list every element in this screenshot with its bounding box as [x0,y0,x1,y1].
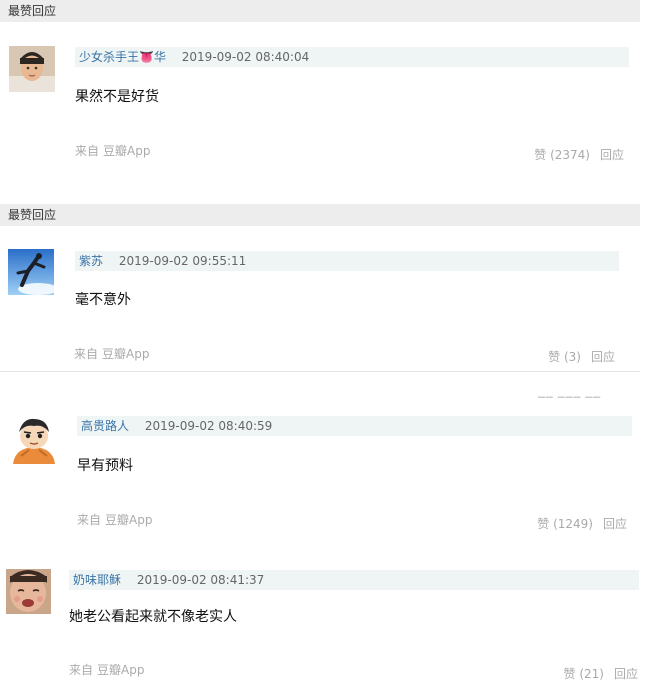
avatar-portrait-icon [9,46,55,92]
source-label: 来自 [69,663,94,677]
comment-meta: 奶味耶稣 2019-09-02 08:41:37 [69,570,639,590]
like-button[interactable]: 赞 (21) [564,667,604,681]
like-button[interactable]: 赞 (1249) [537,517,593,531]
comment-actions: 赞 (21) 回应 [564,665,638,682]
screenshot-divider [0,371,640,372]
comment-actions: 赞 (1249) 回应 [537,515,627,532]
comment-source: 来自 豆瓣App [69,661,144,678]
username-link[interactable]: 高贵路人 [81,419,129,433]
comment-meta: 紫苏 2019-09-02 09:55:11 [75,251,619,271]
like-button[interactable]: 赞 (3) [548,350,581,364]
avatar-cartoon-boy-icon [9,414,59,464]
avatar[interactable] [8,249,54,295]
cropped-text-remnant: ▔▔ ▔▔▔ ▔▔ [538,398,602,408]
section-header: 最赞回应 [0,204,640,226]
comment-time: 2019-09-02 08:40:04 [181,50,310,64]
comment-source: 来自 豆瓣App [75,142,150,159]
source-app-link[interactable]: 豆瓣App [105,513,152,527]
comment-source: 来自 豆瓣App [77,511,152,528]
reply-button[interactable]: 回应 [600,148,624,162]
avatar[interactable] [9,414,59,464]
avatar-crying-kid-icon [6,569,51,614]
section-header: 最赞回应 [0,0,640,22]
reply-button[interactable]: 回应 [603,517,627,531]
avatar[interactable] [9,46,55,92]
comment-actions: 赞 (3) 回应 [548,348,615,365]
comment-text: 她老公看起来就不像老实人 [69,609,237,625]
comment-text: 早有预料 [77,458,133,474]
comment-text: 果然不是好货 [75,89,159,105]
source-label: 来自 [77,513,102,527]
reply-button[interactable]: 回应 [614,667,638,681]
username-link[interactable]: 奶味耶稣 [73,573,121,587]
username-link[interactable]: 少女杀手王👅华 [79,50,166,64]
avatar[interactable] [6,569,51,614]
comment-meta: 高贵路人 2019-09-02 08:40:59 [77,416,632,436]
source-label: 来自 [74,347,99,361]
comment-time: 2019-09-02 09:55:11 [118,254,247,268]
comment-actions: 赞 (2374) 回应 [534,146,624,163]
comment-meta: 少女杀手王👅华 2019-09-02 08:40:04 [75,47,629,67]
comment-source: 来自 豆瓣App [74,345,149,362]
source-app-link[interactable]: 豆瓣App [97,663,144,677]
comment-time: 2019-09-02 08:41:37 [136,573,265,587]
source-app-link[interactable]: 豆瓣App [102,347,149,361]
like-button[interactable]: 赞 (2374) [534,148,590,162]
avatar-jump-icon [8,249,54,295]
reply-button[interactable]: 回应 [591,350,615,364]
comment-time: 2019-09-02 08:40:59 [144,419,273,433]
username-link[interactable]: 紫苏 [79,254,103,268]
comment-text: 毫不意外 [75,292,131,308]
source-app-link[interactable]: 豆瓣App [103,144,150,158]
source-label: 来自 [75,144,100,158]
